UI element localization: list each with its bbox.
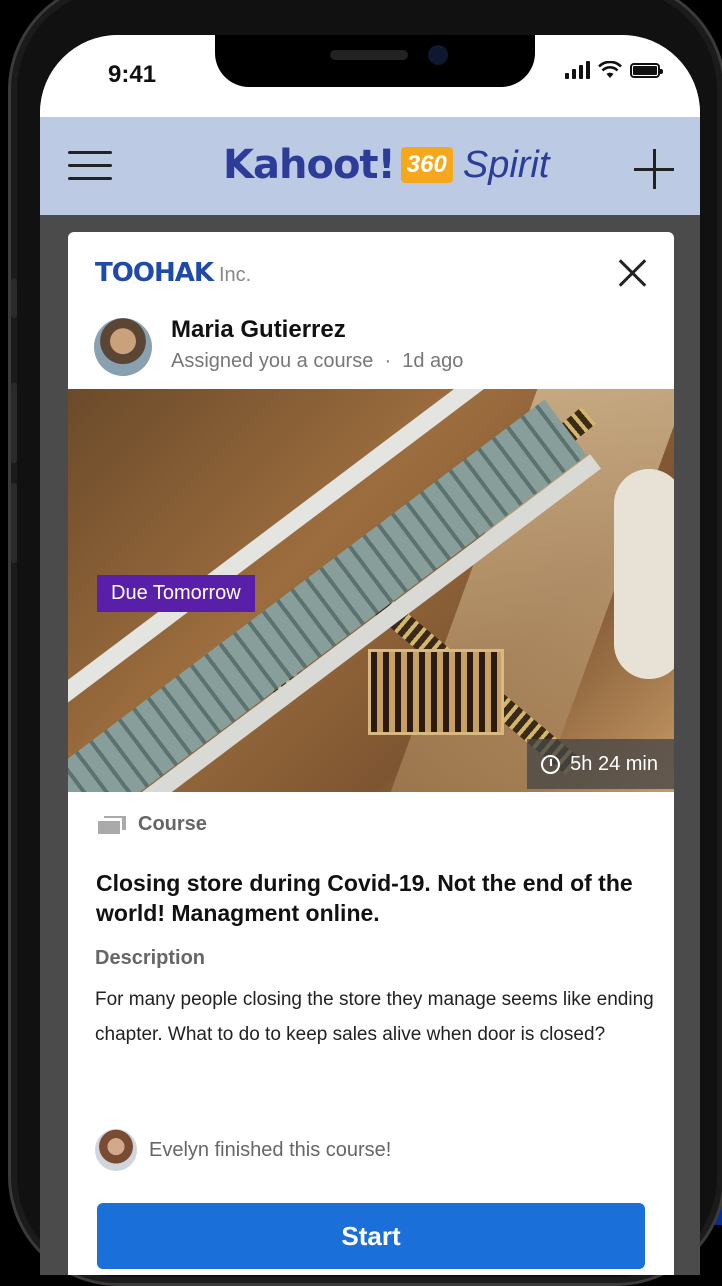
duration-text: 5h 24 min [570,752,658,775]
mute-switch [11,278,17,318]
assigner-name: Maria Gutierrez [171,316,346,343]
due-badge: Due Tomorrow [97,575,255,612]
description-label: Description [95,947,206,969]
avatar [95,1129,137,1171]
app-header: Kahoot! 360 Spirit [40,117,700,215]
volume-down-button [11,483,17,563]
cellular-signal-icon [565,61,590,79]
company-name: TOOHAK [95,258,214,288]
battery-icon [630,62,663,78]
volume-up-button [11,383,17,463]
social-proof: Evelyn finished this course! [95,1129,391,1171]
status-time: 9:41 [108,61,157,88]
company-logo: TOOHAK Inc. [95,258,251,288]
course-cover-image: Due Tomorrow [68,389,674,792]
speaker-grille [330,50,408,60]
start-button[interactable]: Start [97,1203,645,1269]
app-logo: Kahoot! 360 Spirit [223,142,549,188]
company-suffix: Inc. [218,264,252,286]
course-icon [98,815,126,834]
front-camera [428,45,448,65]
logo-spirit: Spirit [462,143,550,186]
course-assignment-card: TOOHAK Inc. Maria Gutierrez Assigned you… [68,232,674,1275]
course-title: Closing store during Covid-19. Not the e… [96,870,633,926]
clock-icon [541,754,561,774]
description-text: For many people closing the store they m… [95,989,654,1045]
assignment-meta: Assigned you a course · 1d ago [171,350,463,373]
content-type: Course [98,813,207,836]
close-icon[interactable] [618,258,648,288]
duration-badge: 5h 24 min [527,739,674,789]
hamburger-menu-icon[interactable] [68,151,112,181]
plus-icon[interactable] [634,149,674,189]
logo-kahoot: Kahoot! [223,142,396,188]
status-icons [565,61,663,79]
wifi-icon [598,61,622,78]
content-type-label: Course [138,813,207,835]
assignment-time: 1d ago [402,350,464,372]
logo-360-badge: 360 [400,147,453,183]
assignment-action: Assigned you a course [171,350,374,372]
avatar [94,318,152,376]
phone-screen: 9:41 Kahoot! 360 Spirit TOOHAK Inc. Mari… [40,35,700,1275]
meta-separator: · [378,350,397,372]
finisher-text: Evelyn finished this course! [149,1138,392,1161]
status-bar: 9:41 [40,35,700,117]
notch [215,35,535,87]
